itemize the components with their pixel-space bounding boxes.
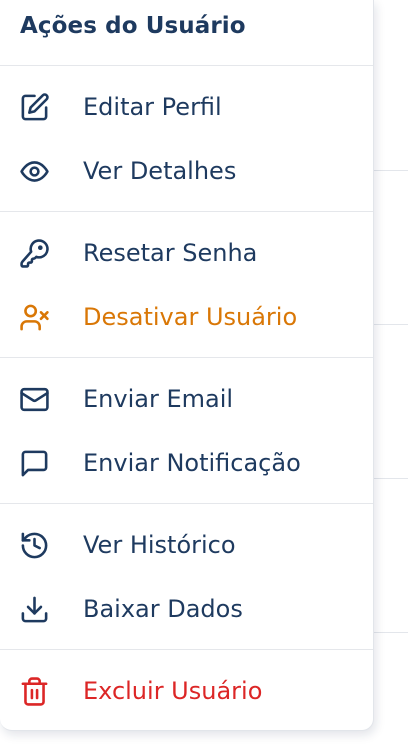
eye-icon <box>18 155 50 187</box>
edit-icon <box>18 91 50 123</box>
view-history-label: Ver Histórico <box>83 531 236 559</box>
user-x-icon <box>18 301 50 333</box>
key-icon <box>18 237 50 269</box>
deactivate-user-item[interactable]: Desativar Usuário <box>0 285 373 349</box>
history-icon <box>18 529 50 561</box>
send-email-item[interactable]: Enviar Email <box>0 367 373 431</box>
menu-group-account: Resetar Senha Desativar Usuário <box>0 212 373 358</box>
download-data-label: Baixar Dados <box>83 595 243 623</box>
background-row-divider <box>370 632 408 633</box>
send-notification-label: Enviar Notificação <box>83 449 301 477</box>
send-email-label: Enviar Email <box>83 385 234 413</box>
menu-group-data: Ver Histórico Baixar Dados <box>0 504 373 650</box>
view-history-item[interactable]: Ver Histórico <box>0 513 373 577</box>
edit-profile-item[interactable]: Editar Perfil <box>0 75 373 139</box>
background-row-divider <box>370 324 408 325</box>
trash-icon <box>18 675 50 707</box>
view-details-item[interactable]: Ver Detalhes <box>0 139 373 203</box>
menu-group-danger: Excluir Usuário <box>0 650 373 731</box>
download-data-item[interactable]: Baixar Dados <box>0 577 373 641</box>
background-row-divider <box>370 478 408 479</box>
delete-user-item[interactable]: Excluir Usuário <box>0 659 373 723</box>
view-details-label: Ver Detalhes <box>83 157 237 185</box>
reset-password-label: Resetar Senha <box>83 239 258 267</box>
menu-header: Ações do Usuário <box>0 0 373 66</box>
message-square-icon <box>18 447 50 479</box>
edit-profile-label: Editar Perfil <box>83 93 222 121</box>
reset-password-item[interactable]: Resetar Senha <box>0 221 373 285</box>
menu-group-profile: Editar Perfil Ver Detalhes <box>0 66 373 212</box>
menu-title: Ações do Usuário <box>20 12 246 39</box>
download-icon <box>18 593 50 625</box>
send-notification-item[interactable]: Enviar Notificação <box>0 431 373 495</box>
deactivate-user-label: Desativar Usuário <box>83 303 298 331</box>
delete-user-label: Excluir Usuário <box>83 677 263 705</box>
menu-group-communication: Enviar Email Enviar Notificação <box>0 358 373 504</box>
user-actions-menu: Ações do Usuário Editar Perfil Ver Detal… <box>0 0 374 731</box>
background-row-divider <box>370 170 408 171</box>
mail-icon <box>18 383 50 415</box>
